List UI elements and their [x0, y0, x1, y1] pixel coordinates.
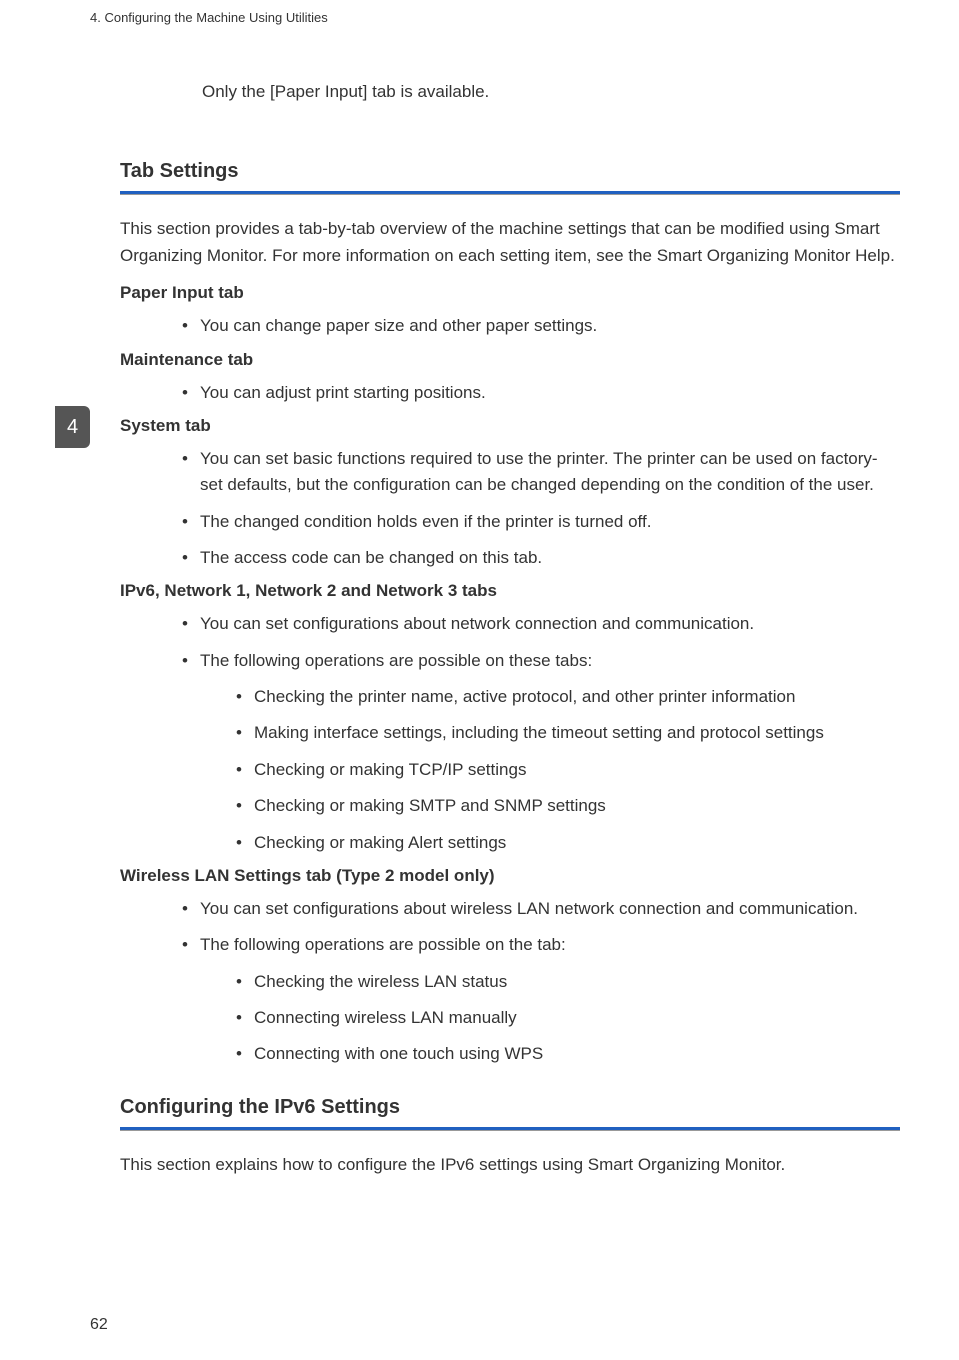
list-wireless: You can set configurations about wireles… — [178, 896, 900, 1068]
list-item: Checking or making Alert settings — [232, 830, 900, 856]
chapter-tab: 4 — [55, 406, 90, 448]
sub-heading-wireless: Wireless LAN Settings tab (Type 2 model … — [120, 866, 900, 886]
list-item: You can adjust print starting positions. — [178, 380, 900, 406]
sublist-wireless: Checking the wireless LAN status Connect… — [232, 969, 900, 1068]
list-item: You can set basic functions required to … — [178, 446, 900, 499]
sublist-network: Checking the printer name, active protoc… — [232, 684, 900, 856]
section-ipv6-text: This section explains how to configure t… — [120, 1151, 900, 1178]
section-divider — [120, 1127, 900, 1131]
sub-heading-system: System tab — [120, 416, 900, 436]
page-content: Only the [Paper Input] tab is available.… — [120, 82, 900, 1192]
page-header: 4. Configuring the Machine Using Utiliti… — [90, 10, 328, 25]
list-item: You can set configurations about network… — [178, 611, 900, 637]
intro-text: Only the [Paper Input] tab is available. — [202, 82, 900, 102]
list-item: The changed condition holds even if the … — [178, 509, 900, 535]
sub-heading-maintenance: Maintenance tab — [120, 350, 900, 370]
list-item: Making interface settings, including the… — [232, 720, 900, 746]
sub-heading-paper-input: Paper Input tab — [120, 283, 900, 303]
page-number: 62 — [90, 1316, 108, 1334]
list-item: Checking or making TCP/IP settings — [232, 757, 900, 783]
list-item: You can set configurations about wireles… — [178, 896, 900, 922]
list-item: The following operations are possible on… — [178, 932, 900, 1067]
section-divider — [120, 191, 900, 195]
list-network: You can set configurations about network… — [178, 611, 900, 855]
section-heading-tab-settings: Tab Settings — [120, 160, 900, 183]
list-item: The following operations are possible on… — [178, 648, 900, 856]
list-item: Checking or making SMTP and SNMP setting… — [232, 793, 900, 819]
list-item: Checking the wireless LAN status — [232, 969, 900, 995]
list-item-text: The following operations are possible on… — [200, 651, 592, 670]
list-item: Connecting wireless LAN manually — [232, 1005, 900, 1031]
list-item: You can change paper size and other pape… — [178, 313, 900, 339]
list-item: Checking the printer name, active protoc… — [232, 684, 900, 710]
list-paper-input: You can change paper size and other pape… — [178, 313, 900, 339]
list-item-text: The following operations are possible on… — [200, 935, 566, 954]
list-item: The access code can be changed on this t… — [178, 545, 900, 571]
chapter-number: 4 — [67, 416, 78, 439]
section-heading-ipv6: Configuring the IPv6 Settings — [120, 1096, 900, 1119]
chapter-title: 4. Configuring the Machine Using Utiliti… — [90, 10, 328, 25]
section-intro-text: This section provides a tab-by-tab overv… — [120, 215, 900, 269]
list-maintenance: You can adjust print starting positions. — [178, 380, 900, 406]
list-item: Connecting with one touch using WPS — [232, 1041, 900, 1067]
sub-heading-network: IPv6, Network 1, Network 2 and Network 3… — [120, 581, 900, 601]
list-system: You can set basic functions required to … — [178, 446, 900, 571]
